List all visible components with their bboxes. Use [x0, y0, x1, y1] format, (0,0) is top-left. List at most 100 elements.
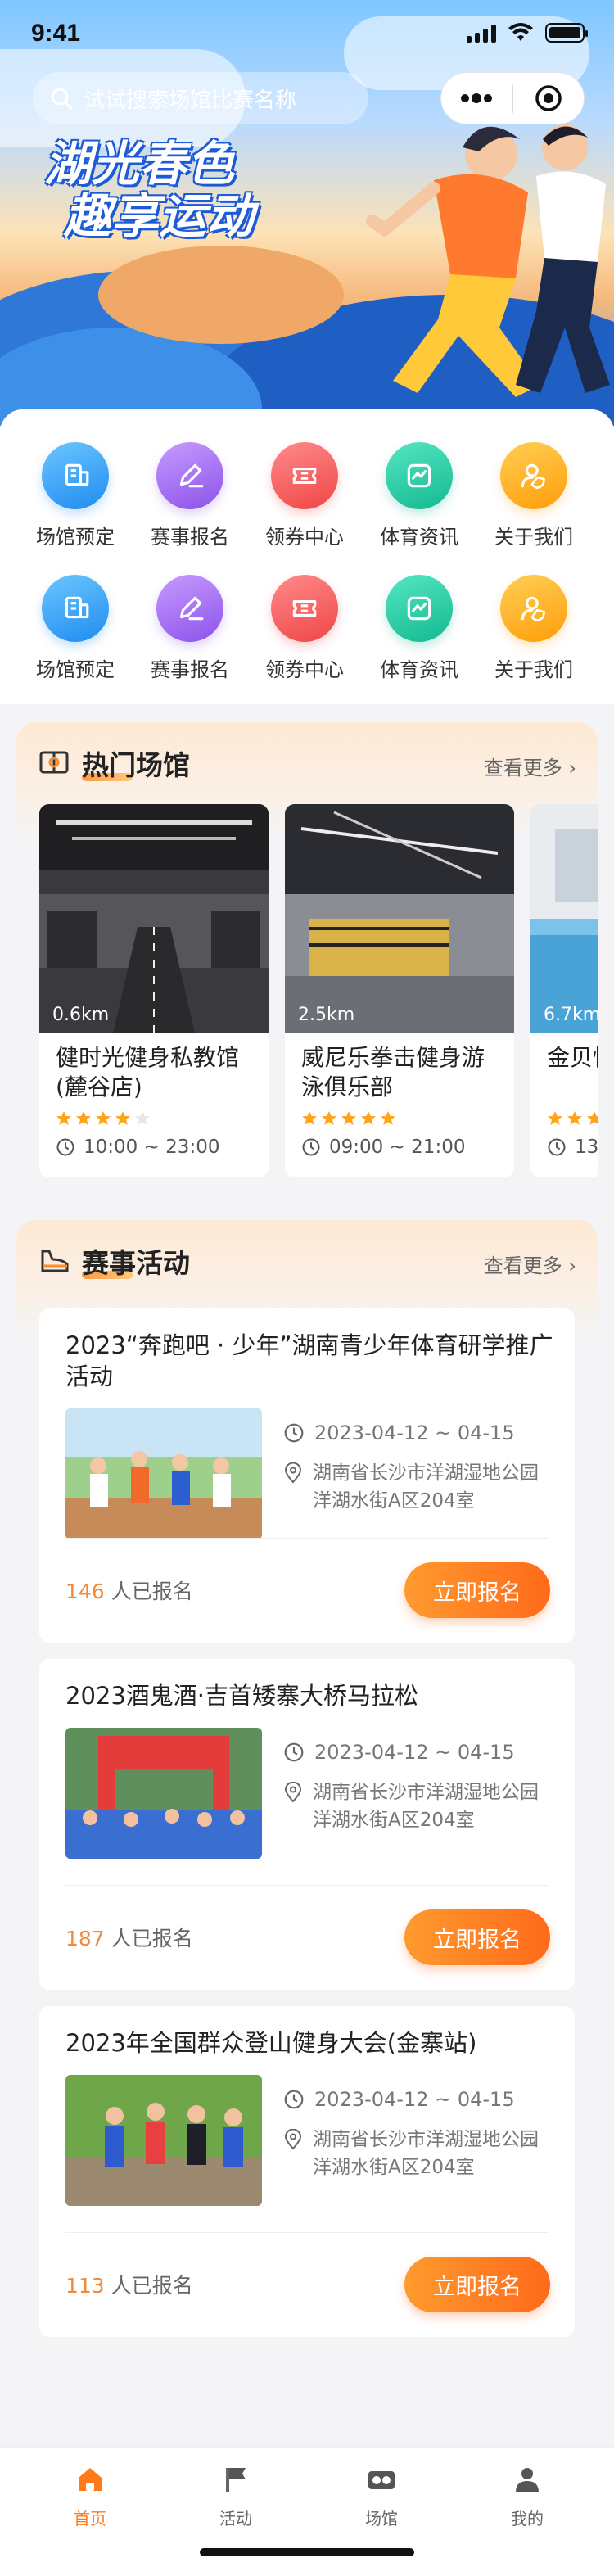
view-more-label: 查看更多 — [483, 757, 562, 780]
event-address: 湖南省长沙市洋湖湿地公园洋湖水街A区204室 — [283, 2126, 553, 2181]
hero-slogan-line1: 湖光春色 — [44, 136, 235, 192]
event-address: 湖南省长沙市洋湖湿地公园洋湖水街A区204室 — [283, 1778, 553, 1834]
event-date: 2023-04-12 ~ 04-15 — [283, 2088, 515, 2111]
menu-item-label: 体育资讯 — [380, 526, 458, 549]
menu-item-9[interactable]: 体育资讯 — [362, 575, 476, 682]
venue-hours: 10:00 ~ 23:00 — [39, 1127, 269, 1158]
clock-icon — [283, 1422, 305, 1444]
home-indicator — [200, 2548, 414, 2556]
target-icon — [535, 85, 562, 111]
rating-stars — [285, 1107, 514, 1127]
signup-count-label: 人已报名 — [111, 2274, 193, 2298]
search-bar[interactable]: 试试搜索场馆比赛名称 — [33, 72, 368, 124]
wifi-icon — [508, 23, 533, 41]
signup-count-number: 146 — [65, 1579, 105, 1603]
venue-card[interactable]: 6.7km 金贝恒温游泳馆 13:00 ~ 22:00 — [530, 804, 598, 1177]
flag-icon — [211, 2455, 260, 2504]
venue-hours-text: 10:00 ~ 23:00 — [84, 1137, 220, 1158]
events-section: 赛事活动 查看更多 › 2023“奔跑吧 · 少年”湖南青少年体育研学推广活动 2… — [16, 1220, 598, 2366]
clock-icon — [56, 1137, 75, 1157]
register-button[interactable]: 立即报名 — [404, 2257, 550, 2312]
view-more-link[interactable]: 查看更多 › — [484, 752, 576, 780]
menu-item-10[interactable]: 关于我们 — [476, 575, 591, 682]
venue-hours-text: 09:00 ~ 21:00 — [329, 1137, 466, 1158]
event-date-text: 2023-04-12 ~ 04-15 — [314, 1421, 515, 1444]
tab-2[interactable]: 活动 — [187, 2455, 285, 2529]
event-date-text: 2023-04-12 ~ 04-15 — [314, 1741, 515, 1764]
venue-photo: 0.6km — [39, 804, 269, 1033]
mini-program-capsule — [440, 72, 585, 124]
star-icon — [56, 1110, 72, 1127]
venue-distance: 6.7km — [544, 1005, 598, 1025]
signup-count: 187 人已报名 — [65, 1923, 193, 1952]
divider — [65, 2232, 549, 2233]
hero-banner: 9:41 试试搜索场馆比赛名称 湖光春色 趣享运动 — [0, 0, 614, 426]
rating-stars — [530, 1107, 598, 1127]
menu-item-label: 场馆预定 — [36, 526, 115, 549]
divider — [65, 1538, 549, 1539]
battery-icon — [545, 23, 588, 43]
search-placeholder: 试试搜索场馆比赛名称 — [84, 88, 297, 113]
menu-item-label: 赛事报名 — [151, 526, 229, 549]
star-icon — [380, 1110, 396, 1127]
signup-count: 146 人已报名 — [65, 1575, 193, 1605]
menu-item-3[interactable]: 领券中心 — [247, 442, 362, 549]
event-card[interactable]: 2023“奔跑吧 · 少年”湖南青少年体育研学推广活动 2023-04-12 ~ … — [39, 1308, 575, 1643]
star-icon — [75, 1110, 92, 1127]
event-address-text: 湖南省长沙市洋湖湿地公园洋湖水街A区204室 — [313, 1782, 539, 1831]
register-button[interactable]: 立即报名 — [404, 1562, 550, 1618]
menu-item-6[interactable]: 场馆预定 — [18, 575, 133, 682]
menu-item-label: 体育资讯 — [380, 658, 458, 681]
event-card[interactable]: 2023年全国群众登山健身大会(金寨站) 2023-04-12 ~ 04-15 湖南… — [39, 2006, 575, 2337]
event-date-text: 2023-04-12 ~ 04-15 — [314, 2088, 515, 2111]
star-icon — [547, 1110, 563, 1127]
clock-icon — [301, 1137, 321, 1157]
menu-item-7[interactable]: 赛事报名 — [133, 575, 247, 682]
event-address-text: 湖南省长沙市洋湖湿地公园洋湖水街A区204室 — [313, 2129, 539, 2178]
hero-slogan: 湖光春色 趣享运动 — [44, 138, 254, 242]
ticket-icon — [271, 575, 338, 642]
clock-icon — [283, 2089, 305, 2110]
event-card[interactable]: 2023酒鬼酒·吉首矮寨大桥马拉松 2023-04-12 ~ 04-15 湖南省长沙… — [39, 1659, 575, 1990]
venue-hours-text: 13:00 ~ 22:00 — [575, 1137, 598, 1158]
menu-item-label: 领券中心 — [265, 526, 344, 549]
menu-item-2[interactable]: 赛事报名 — [133, 442, 247, 549]
location-pin-icon — [283, 1459, 303, 1515]
venue-hours: 13:00 ~ 22:00 — [530, 1127, 598, 1158]
venue-icon — [357, 2455, 406, 2504]
signup-count: 113 人已报名 — [65, 2270, 193, 2299]
menu-item-1[interactable]: 场馆预定 — [18, 442, 133, 549]
star-icon — [301, 1110, 318, 1127]
menu-item-label: 领券中心 — [265, 658, 344, 681]
user-shield-icon — [500, 575, 567, 642]
home-icon — [65, 2455, 115, 2504]
tab-4[interactable]: 我的 — [478, 2455, 576, 2529]
menu-item-8[interactable]: 领券中心 — [247, 575, 362, 682]
event-title: 2023酒鬼酒·吉首矮寨大桥马拉松 — [65, 1682, 419, 1710]
close-program-button[interactable] — [513, 73, 585, 124]
chart-icon — [386, 575, 453, 642]
clock-icon — [547, 1137, 567, 1157]
sneaker-icon — [41, 1250, 69, 1272]
search-icon — [51, 88, 73, 110]
section-title: 赛事活动 — [82, 1247, 190, 1279]
venue-card[interactable]: 2.5km 威尼乐拳击健身游泳俱乐部 09:00 ~ 21:00 — [285, 804, 514, 1177]
menu-item-label: 场馆预定 — [36, 658, 115, 681]
event-title: 2023年全国群众登山健身大会(金寨站) — [65, 2029, 477, 2057]
view-more-link[interactable]: 查看更多 › — [484, 1250, 576, 1278]
venue-card[interactable]: 0.6km 健时光健身私教馆(麓谷店) 10:00 ~ 23:00 — [39, 804, 269, 1177]
event-date: 2023-04-12 ~ 04-15 — [283, 1741, 515, 1764]
menu-item-5[interactable]: 关于我们 — [476, 442, 591, 549]
menu-item-4[interactable]: 体育资讯 — [362, 442, 476, 549]
event-date: 2023-04-12 ~ 04-15 — [283, 1421, 515, 1444]
tab-label: 首页 — [74, 2509, 106, 2529]
star-icon — [360, 1110, 377, 1127]
tab-3[interactable]: 场馆 — [332, 2455, 431, 2529]
more-options-button[interactable] — [441, 73, 512, 124]
stadium-icon — [39, 751, 69, 774]
register-button[interactable]: 立即报名 — [404, 1909, 550, 1965]
divider — [65, 1885, 549, 1886]
signup-count-number: 113 — [65, 2274, 105, 2298]
runners-illustration — [366, 124, 610, 397]
tab-1[interactable]: 首页 — [41, 2435, 139, 2529]
